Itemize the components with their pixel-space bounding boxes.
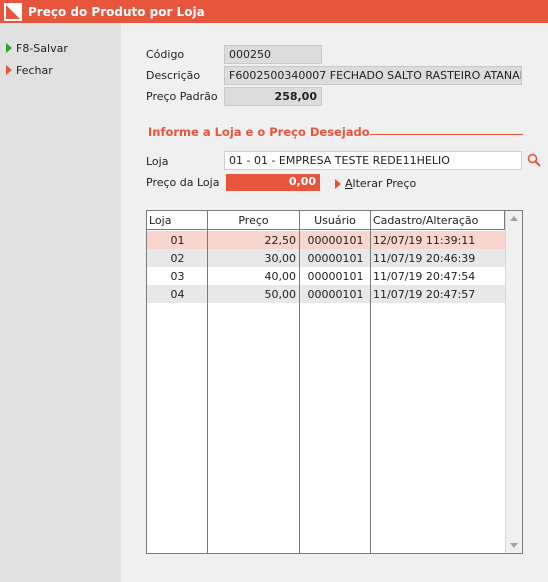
column-divider [299, 230, 300, 553]
window-title: Preço do Produto por Loja [28, 4, 205, 19]
scroll-up-icon[interactable] [510, 216, 518, 221]
alterar-preco-button[interactable]: Alterar Preço [335, 177, 416, 190]
orange-arrow-right-icon [335, 178, 341, 189]
cell-preco: 50,00 [264, 288, 297, 301]
cell-loja: 01 [170, 234, 185, 247]
cell-loja: 03 [170, 270, 185, 283]
descricao-label: Descrição [146, 69, 201, 82]
cell-cadastro: 11/07/19 20:47:54 [373, 270, 476, 283]
loja-input[interactable]: 01 - 01 - EMPRESA TESTE REDE11HELIO [224, 151, 522, 170]
column-divider [207, 230, 208, 553]
close-label: Fechar [16, 63, 53, 77]
cell-usuario: 00000101 [307, 288, 364, 301]
cell-usuario: 00000101 [307, 234, 364, 247]
section-divider [370, 134, 523, 135]
col-header-loja[interactable]: Loja [147, 211, 208, 230]
search-icon[interactable] [527, 153, 541, 167]
cell-preco: 22,50 [264, 234, 297, 247]
close-button[interactable]: Fechar [6, 62, 53, 78]
col-header-preco[interactable]: Preço [208, 211, 300, 230]
codigo-label: Código [146, 48, 185, 61]
table-row[interactable]: 04 50,00 00000101 11/07/19 20:47:57 [147, 285, 505, 303]
scroll-down-icon[interactable] [510, 543, 518, 548]
vertical-scrollbar[interactable] [505, 211, 522, 553]
table-row[interactable]: 01 22,50 00000101 12/07/19 11:39:11 [147, 231, 505, 249]
preco-loja-label: Preço da Loja [146, 176, 220, 189]
cell-cadastro: 12/07/19 11:39:11 [373, 234, 476, 247]
save-label: F8-Salvar [16, 41, 68, 55]
loja-label: Loja [146, 155, 169, 168]
save-button[interactable]: F8-Salvar [6, 40, 68, 56]
orange-arrow-right-icon [6, 65, 12, 75]
preco-padrao-field: 258,00 [224, 87, 322, 106]
sidebar: F8-Salvar Fechar [0, 23, 121, 582]
codigo-field: 000250 [224, 45, 322, 64]
table-row[interactable]: 03 40,00 00000101 11/07/19 20:47:54 [147, 267, 505, 285]
cell-loja: 02 [170, 252, 185, 265]
cell-loja: 04 [170, 288, 185, 301]
cell-usuario: 00000101 [307, 270, 364, 283]
cell-cadastro: 11/07/19 20:46:39 [373, 252, 476, 265]
cell-cadastro: 11/07/19 20:47:57 [373, 288, 476, 301]
cell-usuario: 00000101 [307, 252, 364, 265]
table-row[interactable]: 02 30,00 00000101 11/07/19 20:46:39 [147, 249, 505, 267]
descricao-field: F6002500340007 FECHADO SALTO RASTEIRO AT… [224, 66, 522, 85]
price-table: Loja Preço Usuário Cadastro/Alteração 01… [146, 210, 523, 554]
cell-preco: 30,00 [264, 252, 297, 265]
app-logo-icon [4, 2, 22, 21]
col-header-cadastro[interactable]: Cadastro/Alteração [371, 211, 505, 230]
column-divider [370, 230, 371, 553]
section-title: Informe a Loja e o Preço Desejado [148, 125, 370, 139]
alterar-preco-label: Alterar Preço [345, 177, 417, 190]
title-bar: Preço do Produto por Loja [0, 0, 548, 23]
preco-loja-input[interactable]: 0,00 [226, 174, 320, 191]
preco-padrao-label: Preço Padrão [146, 90, 218, 103]
cell-preco: 40,00 [264, 270, 297, 283]
green-arrow-right-icon [6, 43, 12, 53]
col-header-usuario[interactable]: Usuário [300, 211, 371, 230]
